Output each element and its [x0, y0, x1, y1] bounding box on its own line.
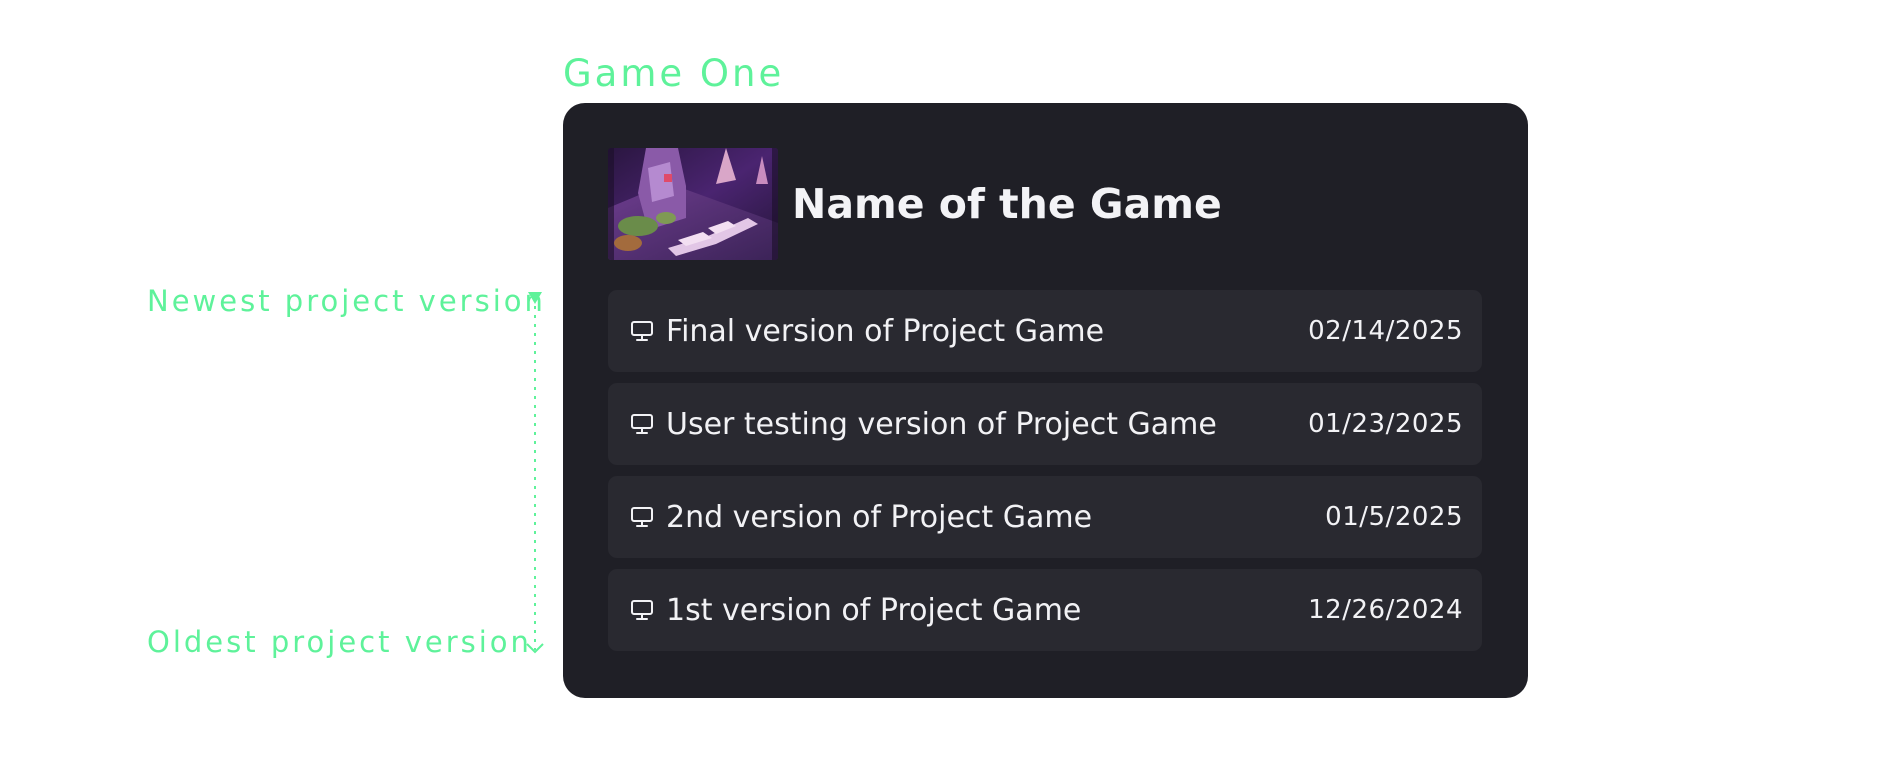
monitor-icon: [630, 318, 654, 344]
game-header: Name of the Game: [608, 148, 1222, 260]
timeline-arrow: [526, 292, 544, 654]
version-list: Final version of Project Game 02/14/2025…: [608, 290, 1482, 662]
game-card: Name of the Game Final version of Projec…: [563, 103, 1528, 698]
version-row-second[interactable]: 2nd version of Project Game 01/5/2025: [608, 476, 1482, 558]
version-date: 02/14/2025: [1308, 316, 1463, 346]
game-thumbnail-image[interactable]: [608, 148, 778, 260]
version-label: 1st version of Project Game: [666, 592, 1082, 628]
monitor-icon: [630, 504, 654, 530]
version-label: Final version of Project Game: [666, 313, 1105, 349]
version-date: 01/5/2025: [1325, 502, 1463, 532]
version-row-user-testing[interactable]: User testing version of Project Game 01/…: [608, 383, 1482, 465]
version-row-first[interactable]: 1st version of Project Game 12/26/2024: [608, 569, 1482, 651]
monitor-icon: [630, 411, 654, 437]
timeline-start-marker: [528, 292, 542, 304]
game-name: Name of the Game: [792, 180, 1222, 228]
section-title: Game One: [563, 52, 785, 95]
version-label: 2nd version of Project Game: [666, 499, 1093, 535]
monitor-icon: [630, 597, 654, 623]
page-canvas: Game One Newest project version Oldest p…: [0, 0, 1886, 784]
oldest-version-annotation: Oldest project version: [147, 625, 532, 659]
newest-version-annotation: Newest project version: [147, 284, 546, 318]
version-label: User testing version of Project Game: [666, 406, 1217, 442]
version-date: 12/26/2024: [1308, 595, 1463, 625]
version-row-final[interactable]: Final version of Project Game 02/14/2025: [608, 290, 1482, 372]
version-date: 01/23/2025: [1308, 409, 1463, 439]
